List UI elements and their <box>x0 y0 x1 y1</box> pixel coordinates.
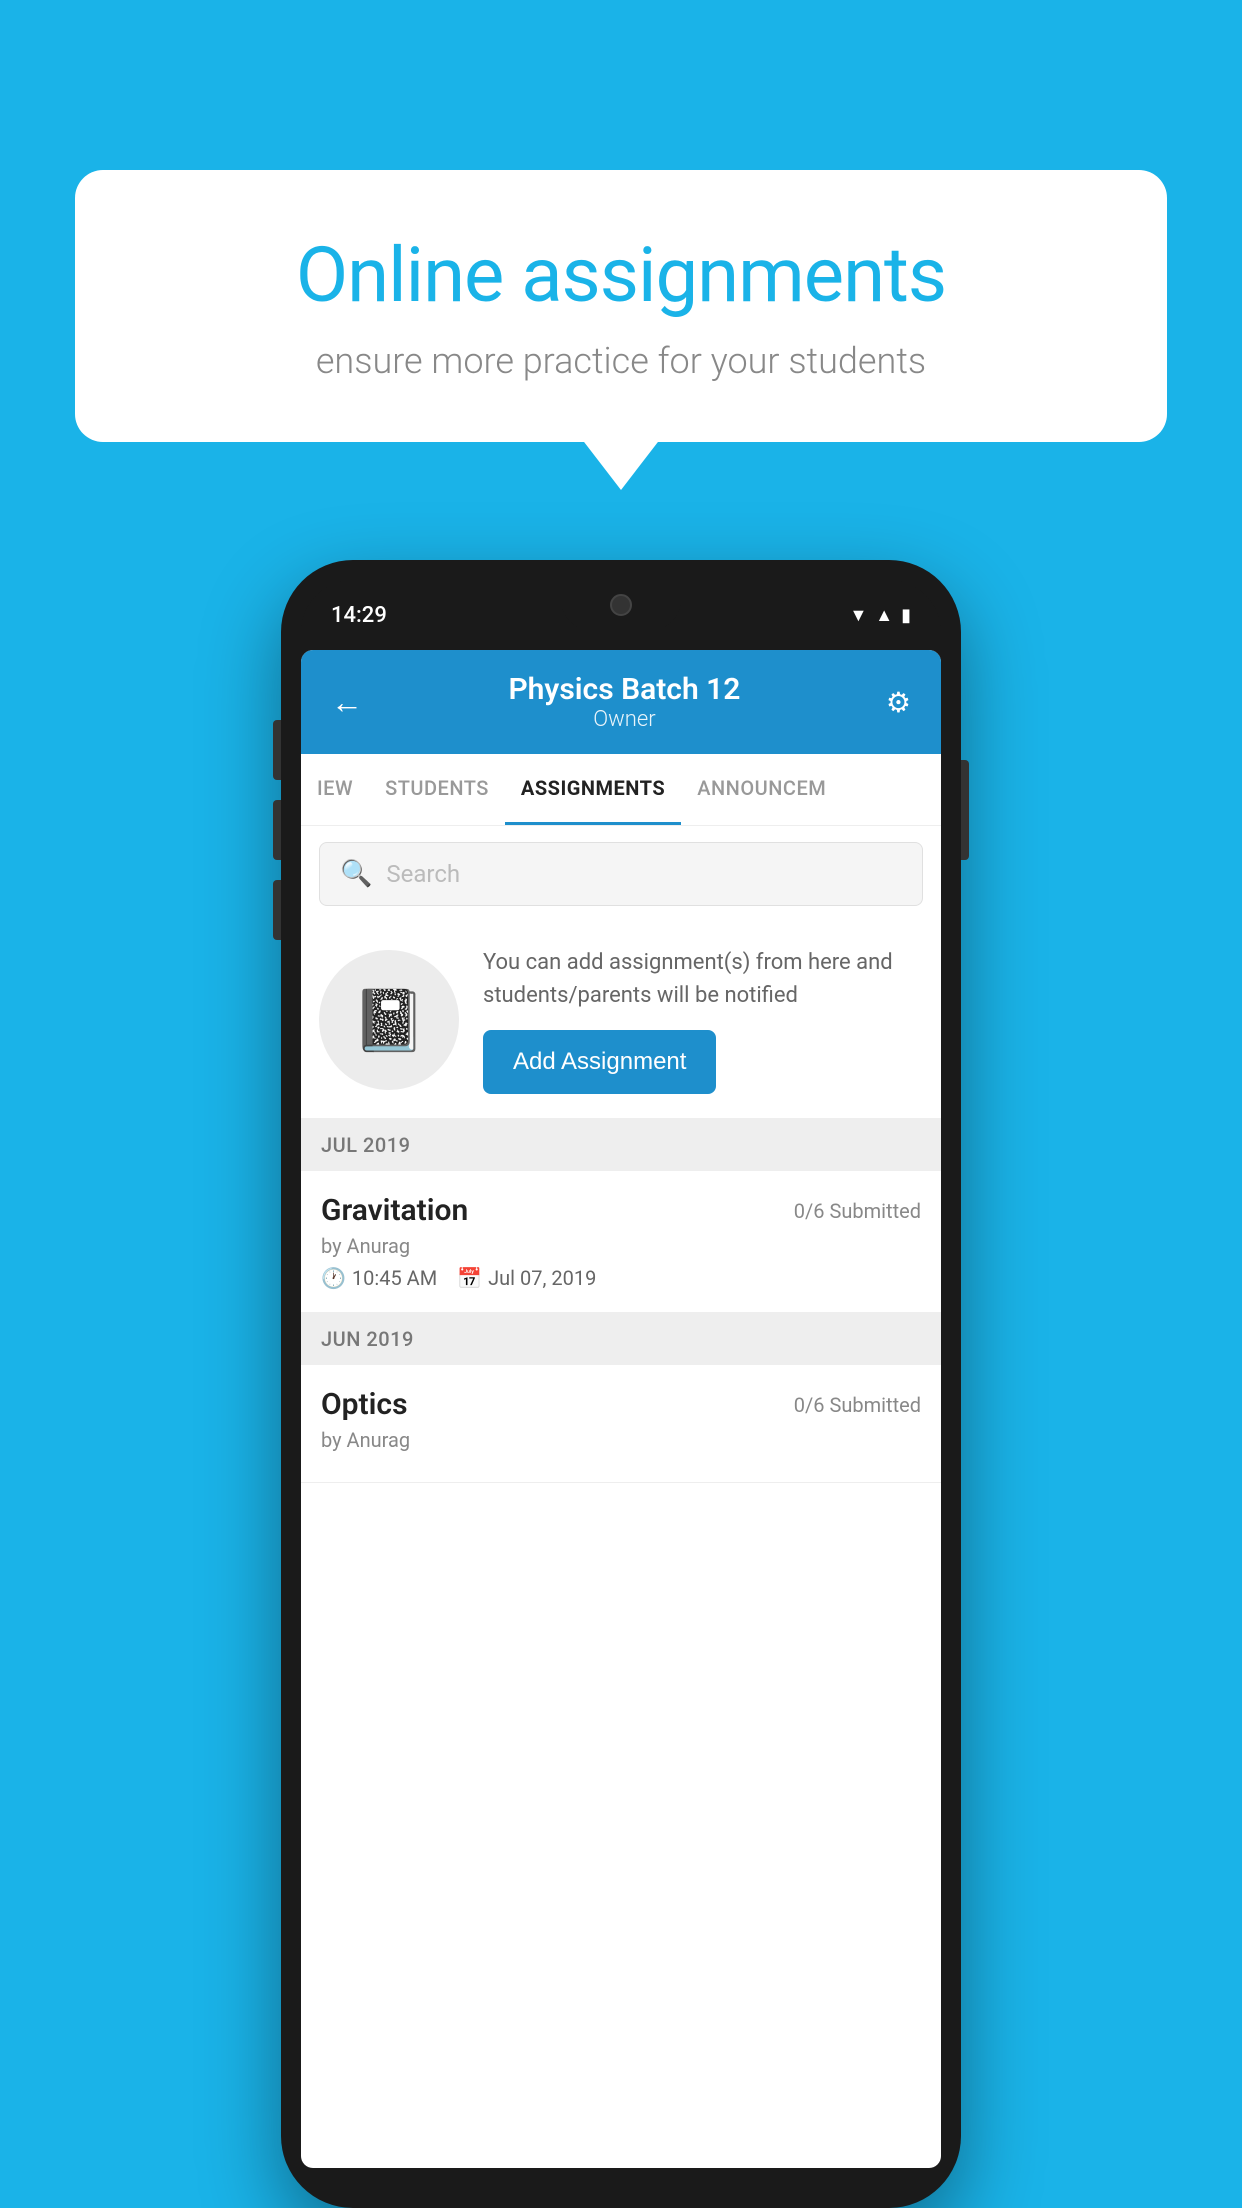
status-bar: 14:29 ▼ ▲ ▮ <box>301 580 941 650</box>
phone-camera <box>610 594 632 616</box>
phone: 14:29 ▼ ▲ ▮ ← Physics Batch 12 Owner ⚙ <box>281 560 961 2208</box>
status-time: 14:29 <box>331 603 387 628</box>
search-bar[interactable]: 🔍 Search <box>319 842 923 906</box>
assignment-submitted-gravitation: 0/6 Submitted <box>794 1199 921 1223</box>
tab-iew[interactable]: IEW <box>301 754 369 825</box>
assignment-time-value-gravitation: 10:45 AM <box>352 1266 437 1290</box>
phone-notch <box>561 580 681 630</box>
empty-state-icon-circle: 📓 <box>319 950 459 1090</box>
section-header-jun2019: JUN 2019 <box>301 1313 941 1365</box>
add-assignment-button[interactable]: Add Assignment <box>483 1030 716 1094</box>
status-icons: ▼ ▲ ▮ <box>849 605 911 626</box>
tab-announcements[interactable]: ANNOUNCEM <box>681 754 842 825</box>
search-container: 🔍 Search <box>301 826 941 922</box>
search-icon: 🔍 <box>340 859 372 889</box>
assignment-time-gravitation: 🕐 10:45 AM <box>321 1266 437 1290</box>
assignment-submitted-optics: 0/6 Submitted <box>794 1393 921 1417</box>
empty-state-description: You can add assignment(s) from here and … <box>483 946 923 1012</box>
assignment-name-gravitation: Gravitation <box>321 1193 468 1228</box>
calendar-icon: 📅 <box>457 1266 482 1290</box>
assignment-author-gravitation: by Anurag <box>321 1234 921 1258</box>
assignment-row1: Gravitation 0/6 Submitted <box>321 1193 921 1228</box>
volume-down-button <box>273 800 281 860</box>
notebook-icon: 📓 <box>352 985 427 1056</box>
back-button[interactable]: ← <box>331 683 363 721</box>
speech-bubble-container: Online assignments ensure more practice … <box>75 170 1167 442</box>
assignment-date-value-gravitation: Jul 07, 2019 <box>488 1266 596 1290</box>
clock-icon: 🕐 <box>321 1266 346 1290</box>
wifi-icon: ▼ <box>849 605 867 626</box>
header-title-block: Physics Batch 12 Owner <box>363 672 886 732</box>
header-title: Physics Batch 12 <box>363 672 886 707</box>
speech-bubble: Online assignments ensure more practice … <box>75 170 1167 442</box>
assignment-meta-gravitation: 🕐 10:45 AM 📅 Jul 07, 2019 <box>321 1266 921 1290</box>
search-placeholder: Search <box>386 860 460 888</box>
silent-button <box>273 880 281 940</box>
section-header-jul2019: JUL 2019 <box>301 1119 941 1171</box>
battery-icon: ▮ <box>901 605 911 626</box>
assignment-item-gravitation[interactable]: Gravitation 0/6 Submitted by Anurag 🕐 10… <box>301 1171 941 1313</box>
assignment-date-gravitation: 📅 Jul 07, 2019 <box>457 1266 596 1290</box>
volume-up-button <box>273 720 281 780</box>
header-subtitle: Owner <box>363 707 886 732</box>
empty-state: 📓 You can add assignment(s) from here an… <box>301 922 941 1119</box>
assignment-row1-optics: Optics 0/6 Submitted <box>321 1387 921 1422</box>
tab-students[interactable]: STUDENTS <box>369 754 505 825</box>
tabs-bar: IEW STUDENTS ASSIGNMENTS ANNOUNCEM <box>301 754 941 826</box>
power-button <box>961 760 969 860</box>
assignment-author-optics: by Anurag <box>321 1428 921 1452</box>
assignment-name-optics: Optics <box>321 1387 408 1422</box>
assignment-item-optics[interactable]: Optics 0/6 Submitted by Anurag <box>301 1365 941 1483</box>
tab-assignments[interactable]: ASSIGNMENTS <box>505 754 681 825</box>
empty-state-text: You can add assignment(s) from here and … <box>483 946 923 1094</box>
phone-screen: ← Physics Batch 12 Owner ⚙ IEW STUDENTS … <box>301 650 941 2168</box>
settings-icon[interactable]: ⚙ <box>886 686 911 719</box>
signal-icon: ▲ <box>875 605 893 626</box>
phone-container: 14:29 ▼ ▲ ▮ ← Physics Batch 12 Owner ⚙ <box>90 560 1152 2208</box>
speech-bubble-title: Online assignments <box>145 230 1097 320</box>
speech-bubble-subtitle: ensure more practice for your students <box>145 340 1097 382</box>
app-header: ← Physics Batch 12 Owner ⚙ <box>301 650 941 754</box>
